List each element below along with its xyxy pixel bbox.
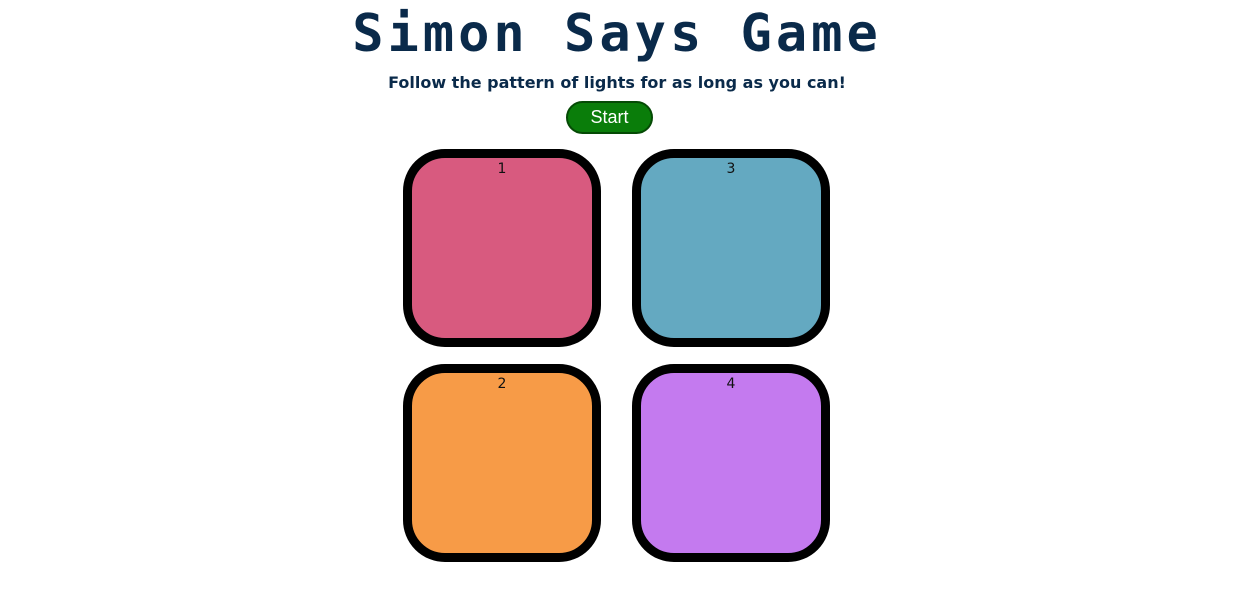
simon-pad-2[interactable]: 2: [403, 364, 601, 562]
start-button[interactable]: Start: [566, 101, 653, 134]
pad-number-label: 2: [497, 376, 507, 392]
pad-number-label: 1: [497, 161, 507, 177]
simon-pad-1[interactable]: 1: [403, 149, 601, 347]
simon-pad-4[interactable]: 4: [632, 364, 830, 562]
instructions-text: Follow the pattern of lights for as long…: [388, 73, 846, 92]
simon-pad-3[interactable]: 3: [632, 149, 830, 347]
pad-number-label: 3: [726, 161, 736, 177]
pad-number-label: 4: [726, 376, 736, 392]
page-title: Simon Says Game: [352, 4, 882, 64]
